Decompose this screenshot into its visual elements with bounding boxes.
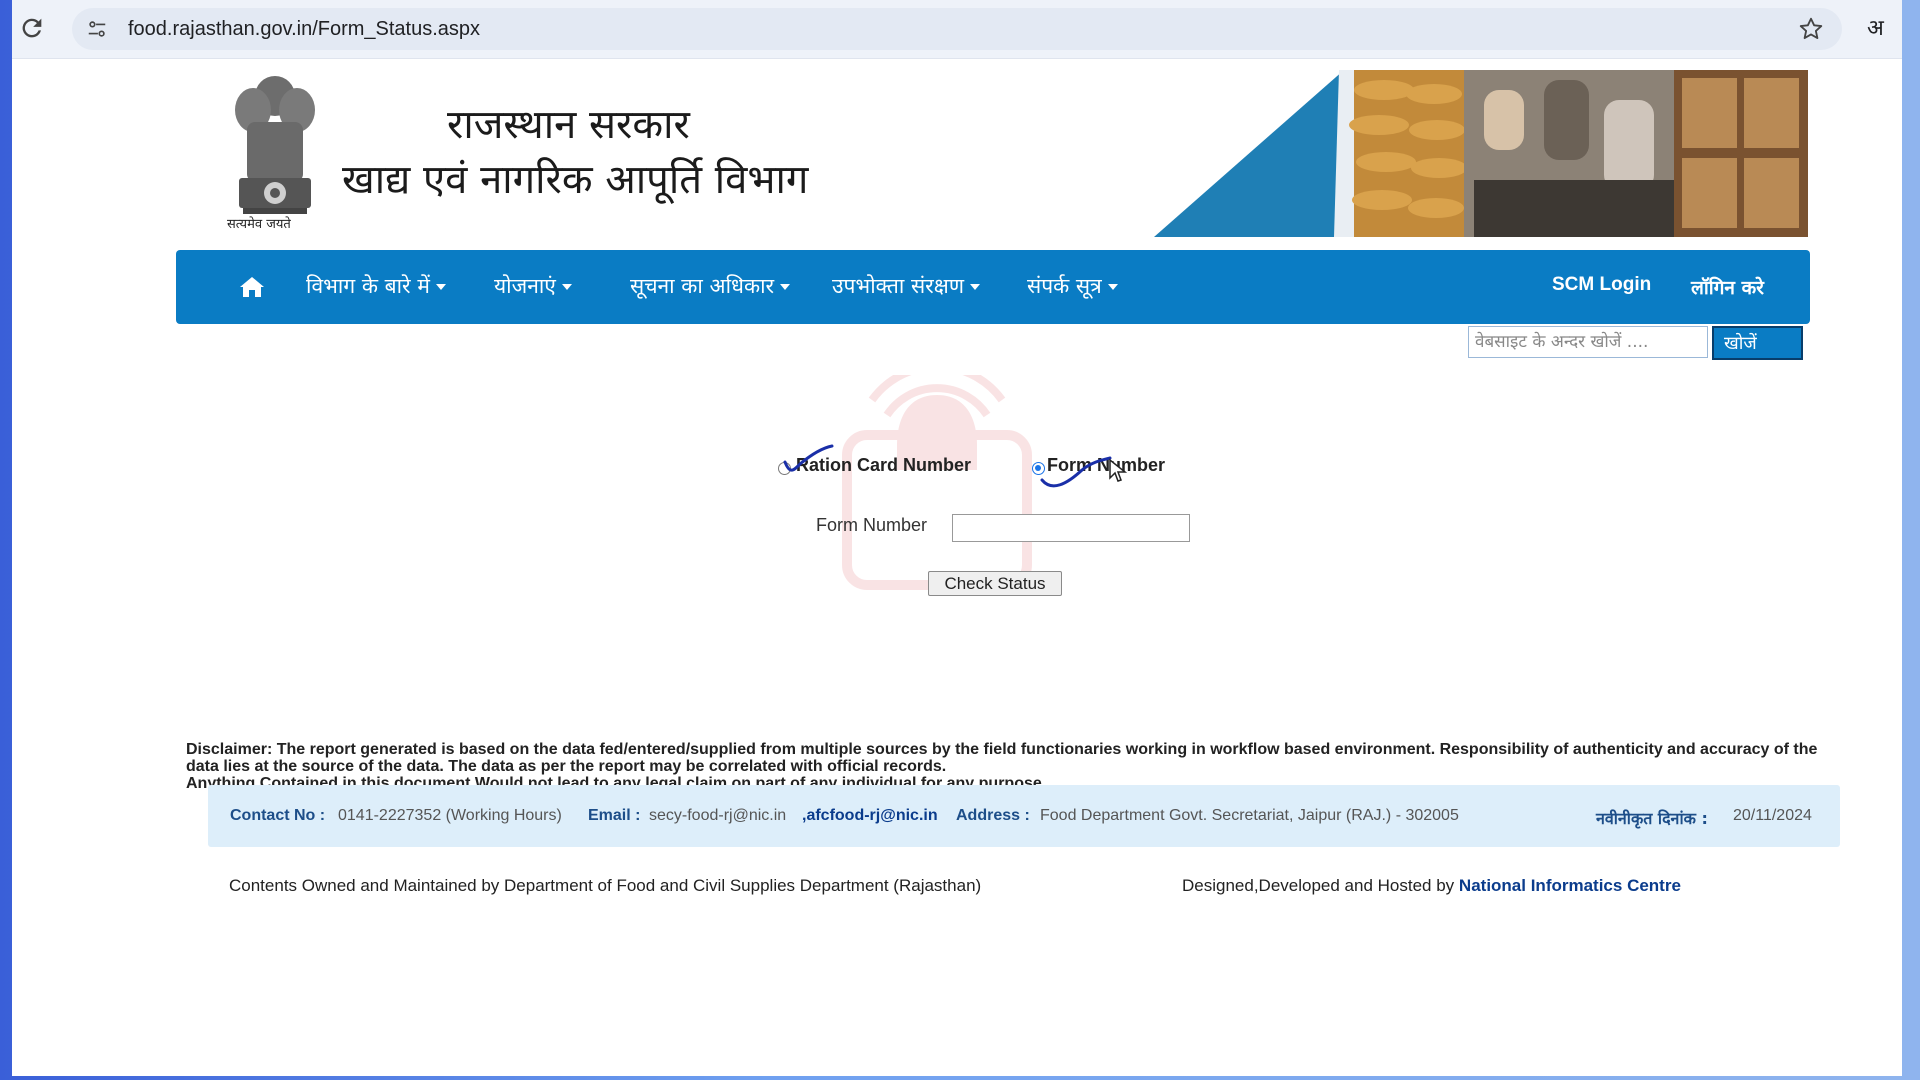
email-primary: secy-food-rj@nic.in bbox=[649, 807, 787, 824]
radio-ration-card[interactable] bbox=[778, 462, 791, 475]
check-status-button[interactable]: Check Status bbox=[928, 571, 1062, 596]
site-info-icon[interactable] bbox=[86, 18, 108, 40]
emblem-logo bbox=[235, 76, 315, 214]
site-search-input[interactable] bbox=[1468, 326, 1708, 358]
department-title: खाद्य एवं नागरिक आपूर्ति विभाग bbox=[342, 157, 809, 203]
nav-item-label: सूचना का अधिकार bbox=[630, 274, 775, 298]
nav-item-label: संपर्क सूत्र bbox=[1027, 274, 1102, 298]
nav-item-rti[interactable]: सूचना का अधिकार bbox=[630, 272, 791, 300]
government-title: राजस्थान सरकार bbox=[447, 102, 690, 148]
scm-login-link[interactable]: SCM Login bbox=[1552, 274, 1651, 296]
nav-item-about[interactable]: विभाग के बारे में bbox=[306, 272, 446, 300]
form-number-input[interactable] bbox=[952, 514, 1190, 542]
contact-bar: Contact No : 0141-2227352 (Working Hours… bbox=[208, 785, 1840, 847]
nav-item-contact[interactable]: संपर्क सूत्र bbox=[1027, 272, 1118, 300]
caret-down-icon bbox=[970, 284, 981, 290]
contact-label: Contact No : bbox=[230, 807, 326, 824]
nav-item-label: उपभोक्ता संरक्षण bbox=[832, 274, 965, 298]
nav-item-schemes[interactable]: योजनाएं bbox=[494, 272, 572, 300]
radio-form-number[interactable] bbox=[1032, 462, 1045, 475]
updated-date-value: 20/11/2024 bbox=[1733, 807, 1812, 824]
caret-down-icon bbox=[561, 284, 572, 290]
mouse-cursor-icon bbox=[1109, 458, 1128, 482]
radio-ration-card-label[interactable]: Ration Card Number bbox=[796, 455, 971, 476]
emblem-motto: सत्यमेव जयते bbox=[227, 217, 291, 232]
star-icon[interactable] bbox=[1798, 16, 1824, 42]
disclaimer-text: Disclaimer: The report generated is base… bbox=[186, 741, 1818, 775]
reload-icon[interactable] bbox=[18, 14, 46, 42]
footer-owned-text: Contents Owned and Maintained by Departm… bbox=[229, 876, 982, 895]
address-label: Address : bbox=[956, 807, 1030, 824]
caret-down-icon bbox=[435, 284, 446, 290]
browser-window: food.rajasthan.gov.in/Form_Status.aspx अ… bbox=[12, 0, 1902, 1076]
contact-number: 0141-2227352 (Working Hours) bbox=[338, 807, 562, 824]
login-link[interactable]: लॉगिन करे bbox=[1691, 274, 1764, 300]
email-secondary-link[interactable]: ,afcfood-rj@nic.in bbox=[802, 807, 938, 825]
home-icon[interactable] bbox=[239, 275, 265, 299]
form-number-label: Form Number bbox=[816, 515, 928, 535]
nav-item-consumer-protection[interactable]: उपभोक्ता संरक्षण bbox=[832, 272, 981, 300]
nav-item-label: योजनाएं bbox=[494, 274, 556, 298]
main-navbar: विभाग के बारे में योजनाएं सूचना का अधिका… bbox=[176, 250, 1810, 324]
browser-toolbar: food.rajasthan.gov.in/Form_Status.aspx अ bbox=[12, 0, 1902, 59]
address-bar[interactable]: food.rajasthan.gov.in/Form_Status.aspx bbox=[72, 8, 1842, 50]
address-value: Food Department Govt. Secretariat, Jaipu… bbox=[1040, 807, 1459, 824]
email-label: Email : bbox=[588, 807, 641, 824]
site-search-button[interactable]: खोजें bbox=[1712, 326, 1803, 360]
footer-designed-text: Designed,Developed and Hosted by bbox=[1182, 876, 1455, 895]
translate-icon[interactable]: अ bbox=[1867, 12, 1884, 42]
banner-image bbox=[1154, 70, 1808, 237]
watermark-logo bbox=[842, 375, 1032, 590]
caret-down-icon bbox=[780, 284, 791, 290]
updated-date-label: नवीनीकृत दिनांक : bbox=[1596, 809, 1708, 828]
nav-item-label: विभाग के बारे में bbox=[306, 274, 430, 298]
footer-designed: Designed,Developed and Hosted by Nationa… bbox=[1182, 876, 1681, 896]
nic-link[interactable]: National Informatics Centre bbox=[1459, 876, 1681, 895]
radio-form-number-label[interactable]: Form Number bbox=[1047, 455, 1165, 476]
url-text[interactable]: food.rajasthan.gov.in/Form_Status.aspx bbox=[128, 18, 480, 41]
caret-down-icon bbox=[1107, 284, 1118, 290]
